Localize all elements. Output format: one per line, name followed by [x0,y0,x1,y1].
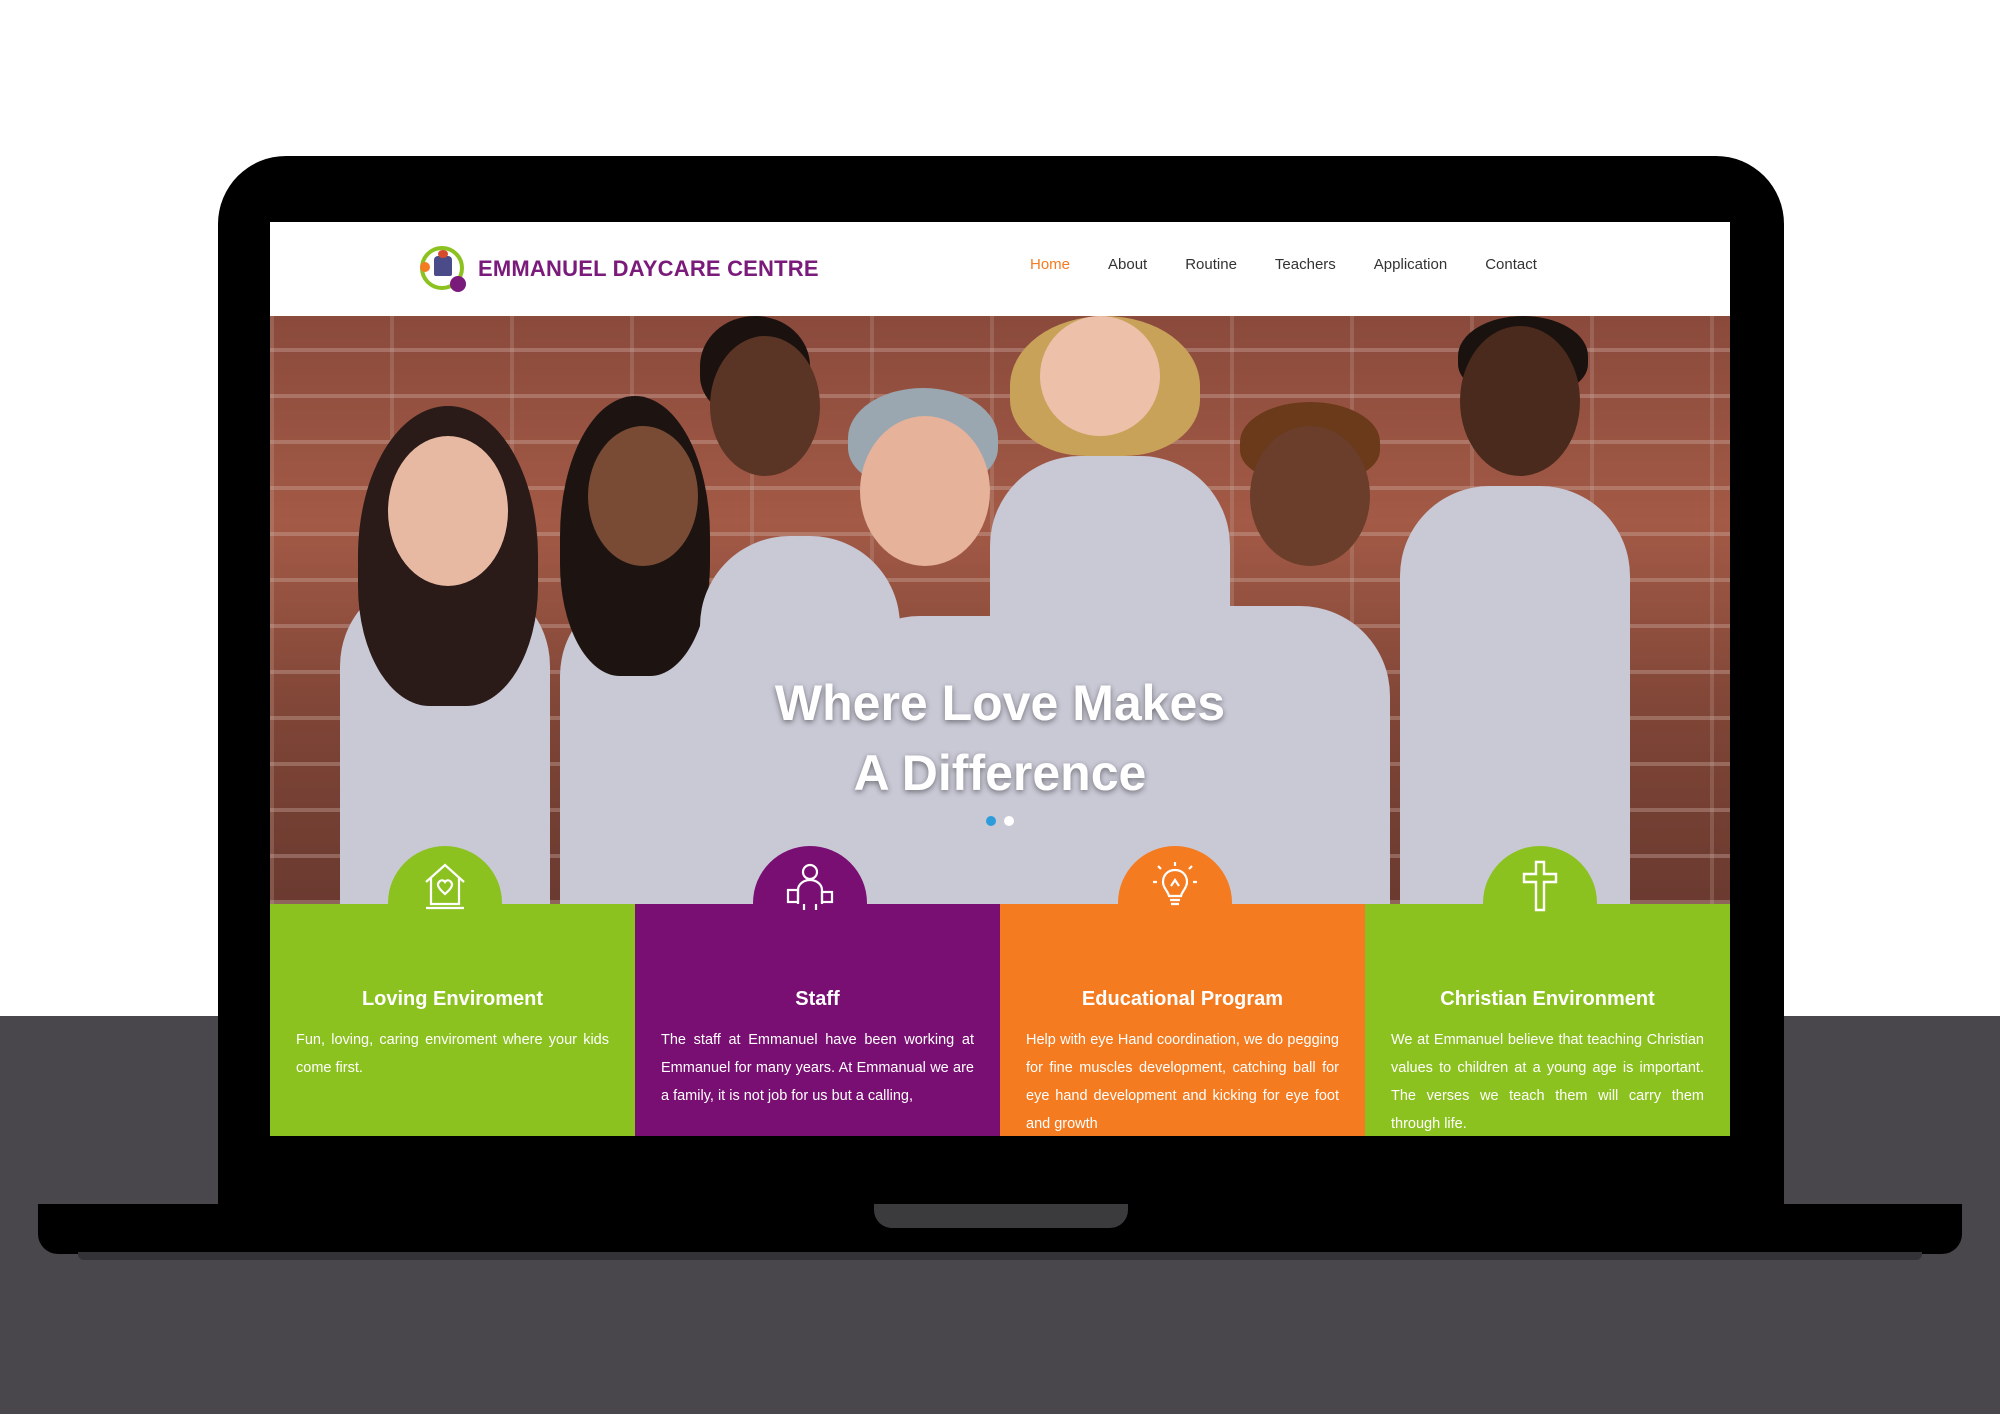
feature-title: Loving Enviroment [361,988,544,1010]
hero-slider: Where Love Makes A Difference [270,316,1730,904]
logo-text: EMMANUEL DAYCARE CENTRE [478,256,819,281]
laptop-base-shadow [78,1252,1922,1260]
site-logo[interactable]: EMMANUEL DAYCARE CENTRE [418,244,819,294]
site-header: EMMANUEL DAYCARE CENTRE Home About Routi… [270,222,1730,316]
feature-text: Help with eye Hand coordination, we do p… [1026,1032,1339,1132]
nav-item-home[interactable]: Home [1030,256,1070,273]
feature-boxes: Loving Enviroment Fun, loving, caring en… [270,846,1730,1136]
hero-title: Where Love Makes A Difference [270,668,1730,808]
logo-mark-icon [418,244,468,294]
feature-christian-environment: Christian Environment We at Emmanuel bel… [1365,846,1730,1136]
feature-tab [1118,846,1232,960]
slider-dots [986,816,1014,826]
nav-item-application[interactable]: Application [1374,256,1447,273]
nav-item-about[interactable]: About [1108,256,1147,273]
feature-staff: Staff The staff at Emmanuel have been wo… [635,846,1000,1136]
cross-icon [1483,856,1597,916]
feature-text: Fun, loving, caring enviroment where you… [296,1032,609,1076]
laptop-notch [874,1204,1128,1228]
nav-item-contact[interactable]: Contact [1485,256,1537,273]
house-heart-icon [388,856,502,916]
hero-title-line-2: A Difference [853,745,1147,801]
laptop-screen: EMMANUEL DAYCARE CENTRE Home About Routi… [270,222,1730,1136]
feature-text: The staff at Emmanuel have been working … [661,1032,974,1104]
lightbulb-icon [1118,856,1232,916]
nav-item-teachers[interactable]: Teachers [1275,256,1336,273]
feature-loving-environment: Loving Enviroment Fun, loving, caring en… [270,846,635,1136]
slider-dot-1[interactable] [986,816,996,826]
feature-tab [753,846,867,960]
hero-title-line-1: Where Love Makes [774,675,1226,731]
nav-item-routine[interactable]: Routine [1185,256,1237,273]
feature-educational-program: Educational Program Help with eye Hand c… [1000,846,1365,1136]
feature-tab [388,846,502,960]
feature-tab [1483,846,1597,960]
teacher-icon [753,856,867,916]
feature-title: Educational Program [1081,988,1284,1010]
feature-title: Staff [795,988,840,1010]
slider-dot-2[interactable] [1004,816,1014,826]
feature-title: Christian Environment [1440,988,1655,1010]
main-nav: Home About Routine Teachers Application … [1030,256,1575,273]
feature-text: We at Emmanuel believe that teaching Chr… [1391,1032,1704,1132]
